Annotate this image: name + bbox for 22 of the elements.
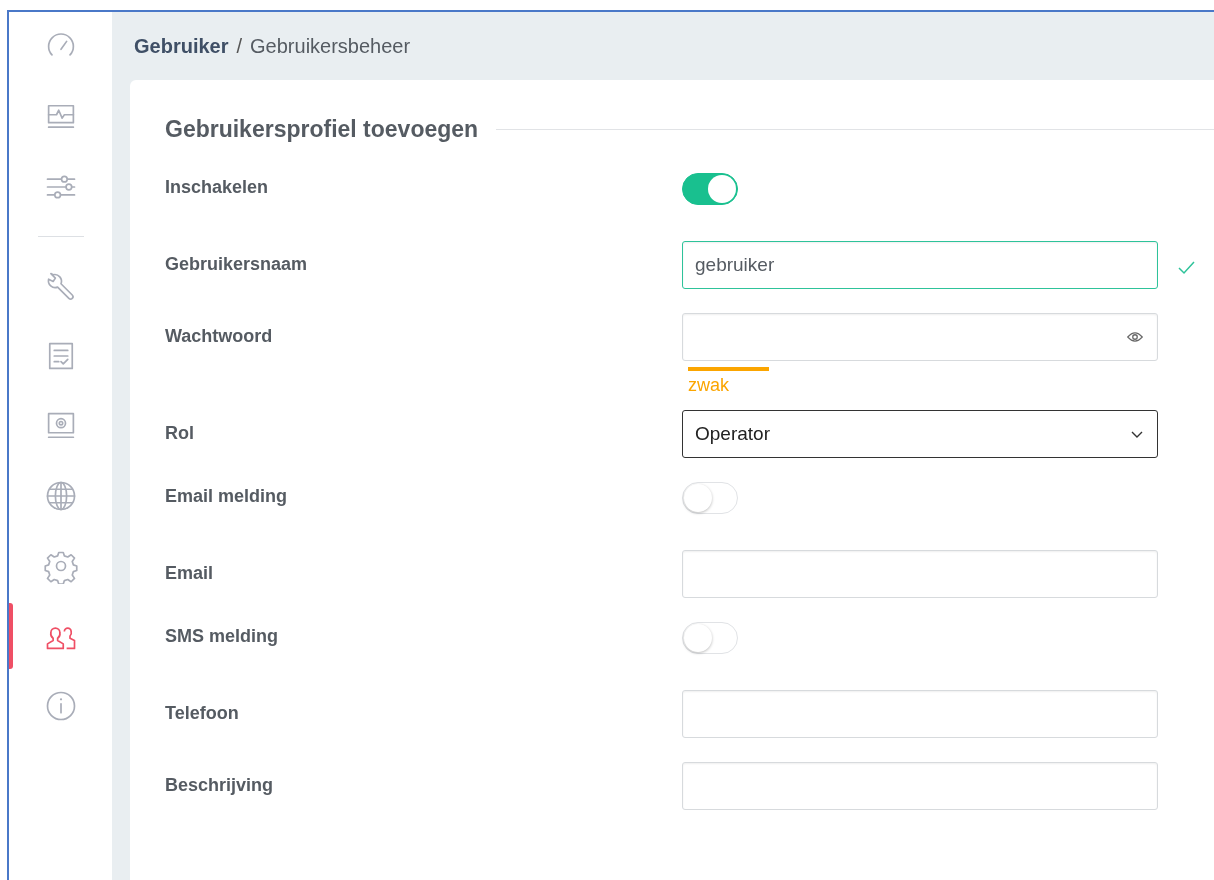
input-field[interactable]: gebruiker <box>682 241 1158 289</box>
field-label: Email <box>165 562 215 584</box>
card-title: Gebruikersprofiel toevoegen <box>165 116 479 143</box>
field-label: Beschrijving <box>165 774 275 796</box>
field-label: Inschakelen <box>165 176 270 198</box>
active-indicator <box>9 603 13 669</box>
breadcrumb-current: Gebruikersbeheer <box>250 34 411 58</box>
breadcrumb-link[interactable]: Gebruiker <box>134 34 229 58</box>
input-field[interactable] <box>682 690 1158 738</box>
strength-label: zwak <box>688 375 729 396</box>
field-label: Gebruikersnaam <box>165 253 309 275</box>
input-field[interactable] <box>682 550 1158 598</box>
field-label: Wachtwoord <box>165 325 274 347</box>
password-field[interactable] <box>682 313 1158 361</box>
breadcrumb-separator: / <box>236 34 243 58</box>
field-label: SMS melding <box>165 625 279 647</box>
toggle-switch[interactable] <box>682 173 738 205</box>
role-dropdown[interactable]: Operator <box>682 410 1158 458</box>
field-label: Email melding <box>165 485 289 507</box>
field-label: Telefoon <box>165 702 240 724</box>
field-label: Rol <box>165 422 195 444</box>
input-field[interactable] <box>682 762 1158 810</box>
